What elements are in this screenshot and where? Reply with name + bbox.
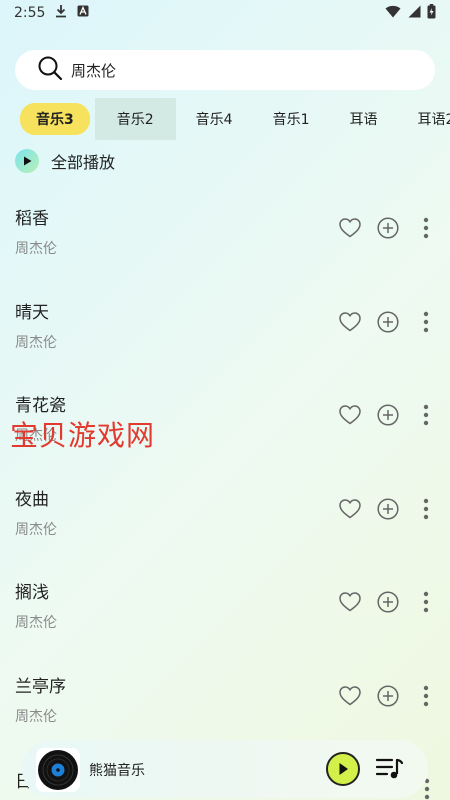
favorite-heart-icon[interactable] — [338, 216, 362, 240]
song-title: 晴天 — [15, 302, 49, 323]
song-actions — [338, 310, 438, 334]
song-artist: 周杰伦 — [15, 521, 57, 538]
album-disc-icon[interactable] — [36, 748, 80, 792]
favorite-heart-icon[interactable] — [338, 684, 362, 708]
category-tabs: 音乐3 音乐2 音乐4 音乐1 耳语 耳语2 — [0, 98, 450, 140]
song-list: 稻香 周杰伦 晴天 周杰伦 青花瓷 周杰伦 夜曲 周杰伦 搁浅 周杰伦 兰亭序 … — [0, 194, 450, 755]
tab-music4[interactable]: 音乐4 — [176, 98, 253, 140]
more-vertical-icon[interactable] — [414, 403, 438, 427]
song-artist: 周杰伦 — [15, 708, 57, 725]
wifi-icon — [385, 5, 401, 22]
song-row[interactable]: 夜曲 周杰伦 — [0, 475, 450, 569]
add-circle-icon[interactable] — [376, 310, 400, 334]
song-actions — [338, 403, 438, 427]
song-actions — [338, 216, 438, 240]
status-time: 2:55 — [14, 5, 46, 21]
search-input[interactable]: 周杰伦 — [15, 50, 435, 90]
song-artist: 周杰伦 — [15, 615, 57, 631]
song-actions — [338, 497, 438, 521]
song-actions — [338, 684, 438, 708]
more-vertical-icon[interactable] — [414, 310, 438, 334]
song-artist: 周杰伦 — [15, 334, 57, 351]
favorite-heart-icon[interactable] — [338, 497, 362, 521]
song-row[interactable]: 稻香 周杰伦 — [0, 194, 450, 288]
play-all-row[interactable]: 全部播放 — [0, 140, 450, 182]
tab-whisper[interactable]: 耳语 — [330, 98, 398, 140]
song-row[interactable]: 晴天 周杰伦 — [0, 288, 450, 382]
more-vertical-icon[interactable] — [414, 216, 438, 240]
song-actions — [338, 590, 438, 614]
favorite-heart-icon[interactable] — [338, 310, 362, 334]
more-vertical-icon[interactable] — [414, 684, 438, 708]
watermark-text: 宝贝游戏网 — [10, 419, 156, 452]
add-circle-icon[interactable] — [376, 216, 400, 240]
download-icon — [55, 4, 67, 22]
more-vertical-icon[interactable] — [414, 590, 438, 614]
playlist-icon[interactable] — [375, 756, 404, 782]
search-query: 周杰伦 — [71, 61, 117, 80]
status-bar: 2:55 — [0, 0, 450, 26]
battery-icon — [427, 3, 436, 23]
play-all-label: 全部播放 — [51, 153, 116, 172]
song-title: 青花瓷 — [15, 396, 66, 416]
favorite-heart-icon[interactable] — [338, 403, 362, 427]
mini-player[interactable]: 熊猫音乐 — [22, 740, 428, 798]
add-circle-icon[interactable] — [376, 684, 400, 708]
tab-label: 音乐3 — [20, 103, 90, 135]
tab-music3[interactable]: 音乐3 — [0, 98, 90, 140]
song-title: 搁浅 — [15, 583, 49, 603]
more-vertical-icon[interactable] — [414, 497, 438, 521]
song-artist: 周杰伦 — [15, 241, 57, 257]
play-icon — [15, 149, 39, 173]
add-circle-icon[interactable] — [376, 590, 400, 614]
tab-whisper2[interactable]: 耳语2 — [398, 98, 450, 140]
play-button[interactable] — [326, 752, 360, 786]
tab-music1[interactable]: 音乐1 — [253, 98, 330, 140]
song-title: 兰亭序 — [15, 676, 66, 697]
song-title: 夜曲 — [15, 489, 49, 510]
search-icon — [37, 55, 63, 85]
add-circle-icon[interactable] — [376, 497, 400, 521]
player-title: 熊猫音乐 — [89, 763, 145, 779]
favorite-heart-icon[interactable] — [338, 590, 362, 614]
song-title: 稻香 — [15, 209, 49, 229]
song-row[interactable]: 搁浅 周杰伦 — [0, 568, 450, 662]
add-circle-icon[interactable] — [376, 403, 400, 427]
search-section: 周杰伦 — [0, 26, 450, 90]
tab-music2[interactable]: 音乐2 — [94, 98, 176, 140]
signal-icon — [407, 5, 421, 22]
notification-a-icon — [77, 5, 89, 21]
